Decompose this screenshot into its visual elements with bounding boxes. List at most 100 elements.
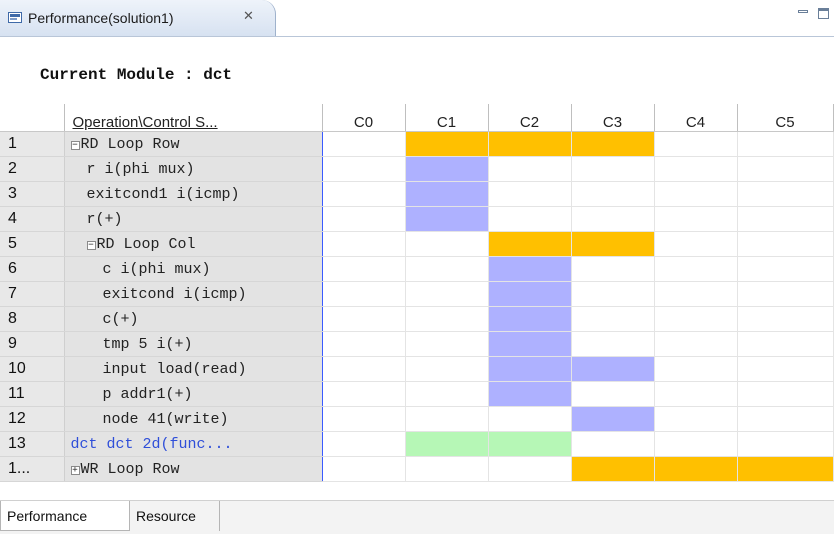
minimize-icon[interactable] <box>796 6 810 20</box>
schedule-cell-c2[interactable] <box>488 456 572 482</box>
operation-cell[interactable]: r i(phi mux) <box>64 156 323 182</box>
schedule-cell-c0[interactable] <box>322 131 406 157</box>
schedule-cell-c0[interactable] <box>322 306 406 332</box>
operation-column-header[interactable]: Operation\Control S... <box>64 104 323 132</box>
table-row[interactable]: 5− RD Loop Col <box>0 231 834 257</box>
schedule-cell-c1[interactable] <box>405 306 489 332</box>
table-row[interactable]: 7 exitcond i(icmp) <box>0 281 834 307</box>
schedule-cell-c5[interactable] <box>737 356 834 382</box>
schedule-cell-c3[interactable] <box>571 256 655 282</box>
close-icon[interactable]: ✕ <box>243 9 254 24</box>
collapse-icon[interactable]: − <box>70 140 80 150</box>
schedule-cell-c3[interactable] <box>571 231 655 257</box>
column-header-c3[interactable]: C3 <box>571 104 655 132</box>
schedule-cell-c2[interactable] <box>488 206 572 232</box>
schedule-cell-c5[interactable] <box>737 281 834 307</box>
schedule-cell-c4[interactable] <box>654 456 738 482</box>
schedule-cell-c3[interactable] <box>571 181 655 207</box>
schedule-cell-c4[interactable] <box>654 181 738 207</box>
schedule-cell-c0[interactable] <box>322 156 406 182</box>
schedule-cell-c3[interactable] <box>571 156 655 182</box>
schedule-cell-c0[interactable] <box>322 181 406 207</box>
schedule-cell-c3[interactable] <box>571 406 655 432</box>
operation-cell[interactable]: input load(read) <box>64 356 323 382</box>
schedule-cell-c1[interactable] <box>405 456 489 482</box>
schedule-cell-c2[interactable] <box>488 156 572 182</box>
schedule-cell-c4[interactable] <box>654 206 738 232</box>
column-header-c4[interactable]: C4 <box>654 104 738 132</box>
schedule-cell-c1[interactable] <box>405 281 489 307</box>
tab-resource[interactable]: Resource <box>130 501 220 531</box>
table-row[interactable]: 6 c i(phi mux) <box>0 256 834 282</box>
table-row[interactable]: 1− RD Loop Row <box>0 131 834 157</box>
schedule-cell-c4[interactable] <box>654 306 738 332</box>
schedule-cell-c2[interactable] <box>488 356 572 382</box>
schedule-cell-c5[interactable] <box>737 131 834 157</box>
schedule-cell-c5[interactable] <box>737 456 834 482</box>
schedule-cell-c5[interactable] <box>737 406 834 432</box>
operation-cell[interactable]: c i(phi mux) <box>64 256 323 282</box>
collapse-icon[interactable]: − <box>86 240 96 250</box>
schedule-cell-c4[interactable] <box>654 331 738 357</box>
schedule-cell-c4[interactable] <box>654 281 738 307</box>
schedule-cell-c3[interactable] <box>571 381 655 407</box>
table-row[interactable]: 11 p addr1(+) <box>0 381 834 407</box>
table-row[interactable]: 1... + WR Loop Row <box>0 456 834 482</box>
schedule-cell-c1[interactable] <box>405 406 489 432</box>
schedule-cell-c2[interactable] <box>488 306 572 332</box>
column-header-c1[interactable]: C1 <box>405 104 489 132</box>
schedule-cell-c3[interactable] <box>571 431 655 457</box>
schedule-cell-c4[interactable] <box>654 131 738 157</box>
schedule-cell-c4[interactable] <box>654 431 738 457</box>
schedule-cell-c1[interactable] <box>405 231 489 257</box>
operation-cell[interactable]: dct dct 2d(func... <box>64 431 323 457</box>
schedule-cell-c3[interactable] <box>571 356 655 382</box>
table-row[interactable]: 3 exitcond1 i(icmp) <box>0 181 834 207</box>
schedule-cell-c5[interactable] <box>737 231 834 257</box>
schedule-cell-c0[interactable] <box>322 231 406 257</box>
schedule-cell-c2[interactable] <box>488 256 572 282</box>
schedule-cell-c0[interactable] <box>322 356 406 382</box>
performance-editor-tab[interactable]: Performance(solution1) ✕ <box>0 0 276 36</box>
operation-cell[interactable]: c(+) <box>64 306 323 332</box>
schedule-cell-c0[interactable] <box>322 206 406 232</box>
schedule-cell-c5[interactable] <box>737 156 834 182</box>
schedule-cell-c4[interactable] <box>654 381 738 407</box>
schedule-cell-c5[interactable] <box>737 331 834 357</box>
table-row[interactable]: 4 r(+) <box>0 206 834 232</box>
table-row[interactable]: 10 input load(read) <box>0 356 834 382</box>
schedule-cell-c3[interactable] <box>571 306 655 332</box>
schedule-cell-c2[interactable] <box>488 406 572 432</box>
schedule-cell-c4[interactable] <box>654 356 738 382</box>
schedule-cell-c3[interactable] <box>571 456 655 482</box>
schedule-cell-c0[interactable] <box>322 406 406 432</box>
schedule-cell-c2[interactable] <box>488 381 572 407</box>
table-row[interactable]: 9 tmp 5 i(+) <box>0 331 834 357</box>
tab-performance[interactable]: Performance <box>0 501 130 531</box>
schedule-cell-c0[interactable] <box>322 256 406 282</box>
table-row[interactable]: 12 node 41(write) <box>0 406 834 432</box>
schedule-cell-c2[interactable] <box>488 431 572 457</box>
schedule-cell-c1[interactable] <box>405 381 489 407</box>
schedule-cell-c1[interactable] <box>405 256 489 282</box>
schedule-cell-c0[interactable] <box>322 381 406 407</box>
column-header-c5[interactable]: C5 <box>737 104 834 132</box>
schedule-cell-c5[interactable] <box>737 256 834 282</box>
schedule-cell-c4[interactable] <box>654 406 738 432</box>
schedule-cell-c0[interactable] <box>322 456 406 482</box>
schedule-cell-c2[interactable] <box>488 281 572 307</box>
schedule-cell-c1[interactable] <box>405 431 489 457</box>
schedule-cell-c3[interactable] <box>571 331 655 357</box>
schedule-cell-c4[interactable] <box>654 256 738 282</box>
operation-cell[interactable]: r(+) <box>64 206 323 232</box>
schedule-cell-c0[interactable] <box>322 431 406 457</box>
schedule-cell-c3[interactable] <box>571 206 655 232</box>
operation-cell[interactable]: node 41(write) <box>64 406 323 432</box>
operation-cell[interactable]: exitcond i(icmp) <box>64 281 323 307</box>
operation-cell[interactable]: tmp 5 i(+) <box>64 331 323 357</box>
schedule-cell-c2[interactable] <box>488 231 572 257</box>
schedule-cell-c3[interactable] <box>571 131 655 157</box>
schedule-cell-c1[interactable] <box>405 156 489 182</box>
operation-cell[interactable]: exitcond1 i(icmp) <box>64 181 323 207</box>
table-row[interactable]: 8 c(+) <box>0 306 834 332</box>
